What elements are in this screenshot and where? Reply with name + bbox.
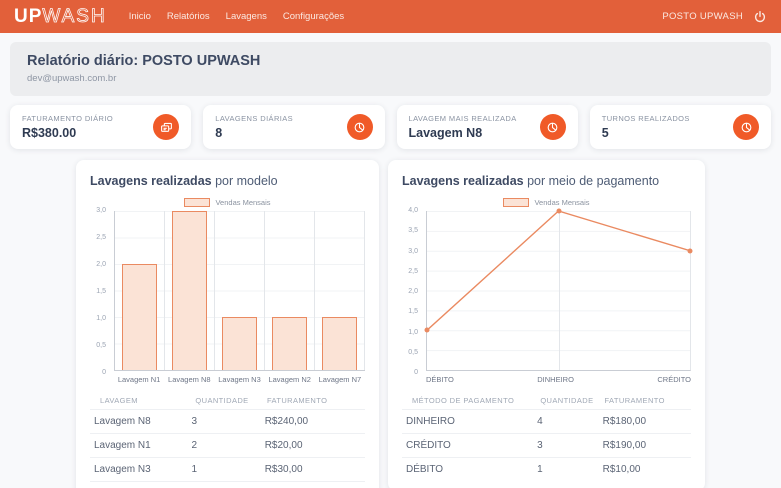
line-chart-plot: 4,0 3,5 3,0 2,5 2,0 1,5 1,0 0,5 0 — [408, 207, 693, 376]
bar-chart-title: Lavagens realizadas por modelo — [90, 174, 365, 188]
stat-value: 8 — [215, 126, 223, 140]
pie-chart-icon — [346, 114, 373, 140]
line-chart-legend: Vendas Mensais — [402, 198, 691, 207]
bar-chart-legend: Vendas Mensais — [90, 198, 365, 207]
table-row: DINHEIRO 4 R$180,00 — [402, 409, 691, 433]
money-icon — [153, 114, 180, 140]
stat-card-turnos: TURNOS REALIZADOS 5 — [589, 105, 771, 149]
nav-link-lavagens[interactable]: Lavagens — [226, 11, 267, 22]
stat-label: LAVAGENS DIÁRIAS — [215, 114, 294, 123]
stat-card-lavagens-diarias: LAVAGENS DIÁRIAS 8 — [203, 105, 385, 149]
data-point-debito — [424, 327, 430, 333]
table-row: Lavagem N2 1 R$20,00 — [90, 481, 365, 488]
bar-chart-card: Lavagens realizadas por modelo Vendas Me… — [76, 160, 379, 488]
bar-lavagem-n1 — [115, 211, 165, 370]
bar-lavagem-n2 — [265, 211, 315, 370]
pie-chart-icon — [733, 114, 759, 140]
table-row: Lavagem N8 3 R$240,00 — [90, 409, 365, 433]
stat-card-faturamento: FATURAMENTO DIÁRIO R$380.00 — [10, 105, 192, 149]
pie-chart-icon — [539, 114, 566, 140]
navbar-account-area: POSTO UPWASH — [662, 10, 767, 24]
bar-chart-title-main: Lavagens realizadas — [90, 174, 212, 188]
data-point-dinheiro — [556, 208, 561, 214]
table-header-row: MÉTODO DE PAGAMENTO QUANTIDADE FATURAMEN… — [412, 396, 665, 405]
nav-link-inicio[interactable]: Inicio — [129, 11, 151, 22]
bar-chart-plot: 3,0 2,5 2,0 1,5 1,0 0,5 0 — [96, 207, 365, 376]
bar-lavagem-n3 — [215, 211, 265, 370]
lavagens-table: LAVAGEM QUANTIDADE FATURAMENTO Lavagem N… — [90, 392, 365, 488]
stat-label: LAVAGEM MAIS REALIZADA — [408, 114, 517, 123]
account-email: dev@upwash.com.br — [27, 73, 117, 84]
line-chart-y-axis: 4,0 3,5 3,0 2,5 2,0 1,5 1,0 0,5 0 — [408, 207, 418, 376]
table-row: Lavagem N3 1 R$30,00 — [90, 457, 365, 481]
table-row: CRÉDITO 3 R$190,00 — [402, 433, 691, 457]
stat-label: FATURAMENTO DIÁRIO — [22, 114, 114, 123]
legend-label: Vendas Mensais — [215, 198, 271, 207]
logo-up-text: UP — [14, 5, 43, 27]
bar-chart-y-axis: 3,0 2,5 2,0 1,5 1,0 0,5 0 — [96, 207, 106, 376]
nav-link-configuracoes[interactable]: Configurações — [283, 11, 344, 22]
legend-swatch — [184, 198, 211, 207]
bar-lavagem-n7 — [315, 211, 365, 370]
line-chart-x-axis: DÉBITO DINHEIRO CRÉDITO — [426, 375, 691, 384]
pagamentos-table: MÉTODO DE PAGAMENTO QUANTIDADE FATURAMEN… — [402, 392, 691, 481]
stat-label: TURNOS REALIZADOS — [601, 114, 690, 123]
top-navbar: UP WASH Inicio Relatórios Lavagens Config… — [0, 0, 781, 33]
report-header: Relatório diário: POSTO UPWASH dev@upwas… — [10, 42, 771, 96]
legend-swatch — [503, 198, 530, 207]
bar-chart-x-axis: Lavagem N1 Lavagem N8 Lavagem N3 Lavagem… — [117, 375, 362, 384]
stat-value: Lavagem N8 — [408, 126, 483, 140]
nav-links: Inicio Relatórios Lavagens Configurações — [129, 11, 344, 22]
stat-card-lavagem-mais-realizada: LAVAGEM MAIS REALIZADA Lavagem N8 — [396, 105, 578, 149]
line-chart-title-main: Lavagens realizadas — [402, 174, 524, 188]
charts-row: Lavagens realizadas por modelo Vendas Me… — [0, 160, 781, 488]
bar-chart-title-sub: por modelo — [215, 174, 278, 188]
stats-row: FATURAMENTO DIÁRIO R$380.00 LAVAGENS DIÁ… — [10, 105, 771, 149]
data-point-credito — [687, 248, 693, 254]
legend-label: Vendas Mensais — [534, 198, 590, 207]
table-header-row: LAVAGEM QUANTIDADE FATURAMENTO — [100, 396, 328, 405]
power-icon[interactable] — [753, 10, 767, 24]
stat-value: 5 — [601, 126, 609, 140]
line-chart-card: Lavagens realizadas por meio de pagament… — [388, 160, 705, 488]
upwash-logo[interactable]: UP WASH — [14, 5, 107, 28]
logo-wash-text: WASH — [42, 5, 107, 27]
account-name-label[interactable]: POSTO UPWASH — [662, 11, 743, 22]
table-row: DÉBITO 1 R$10,00 — [402, 457, 691, 481]
line-chart-title: Lavagens realizadas por meio de pagament… — [402, 174, 691, 188]
page-title: Relatório diário: POSTO UPWASH — [27, 53, 261, 69]
stat-value: R$380.00 — [22, 126, 77, 140]
line-chart-title-sub: por meio de pagamento — [527, 174, 660, 188]
table-row: Lavagem N1 2 R$20,00 — [90, 433, 365, 457]
nav-link-relatorios[interactable]: Relatórios — [167, 11, 210, 22]
bar-lavagem-n8 — [165, 211, 215, 370]
